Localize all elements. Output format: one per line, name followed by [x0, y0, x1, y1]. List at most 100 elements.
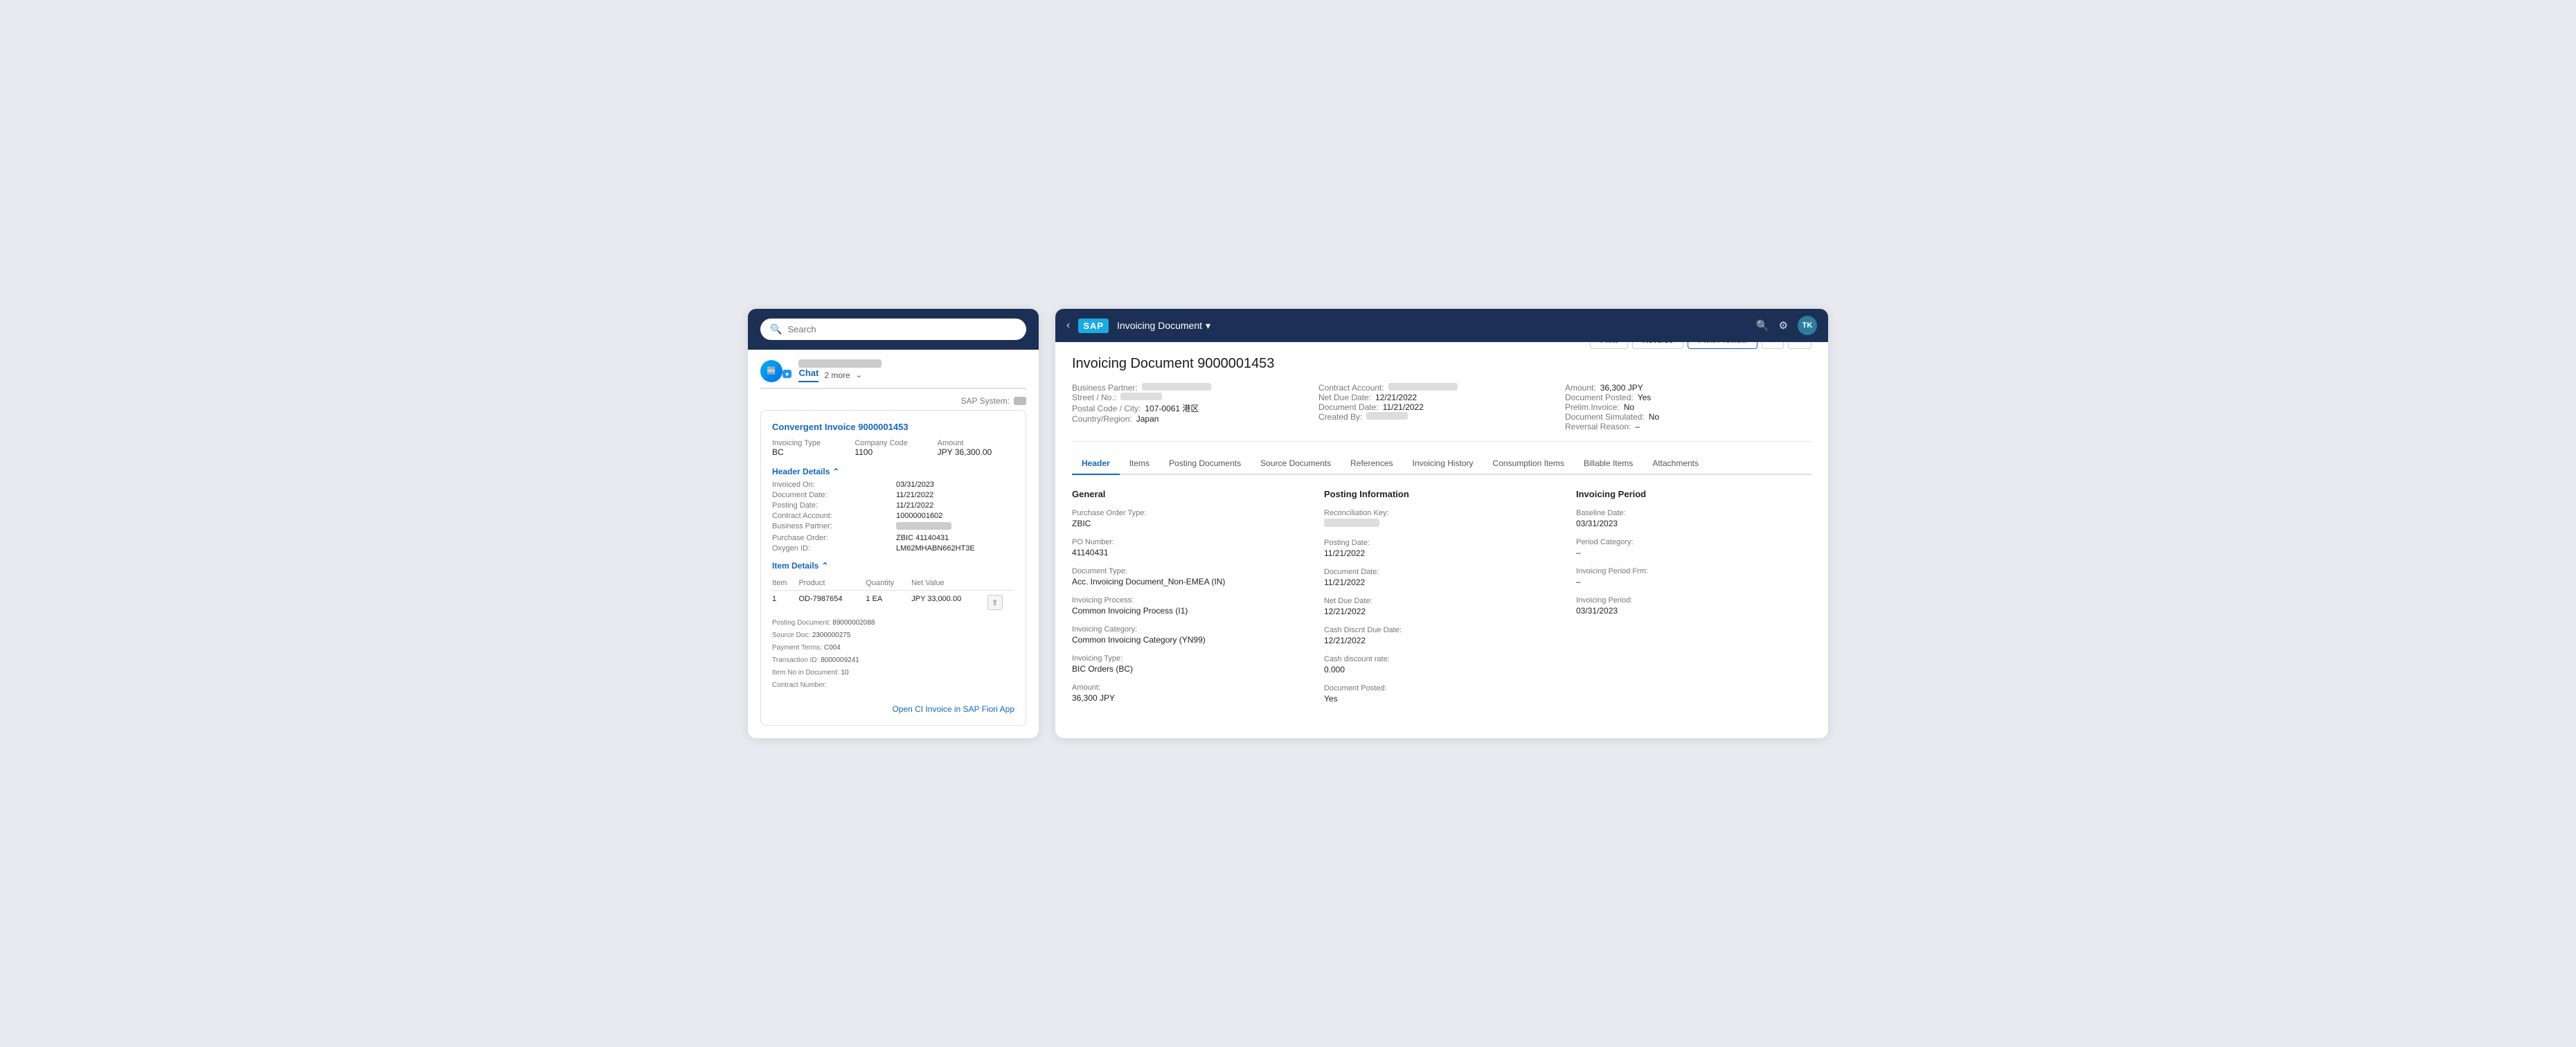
settings-icon[interactable]: ⚙ — [1779, 319, 1788, 332]
field-label: Invoicing Process: — [1072, 596, 1307, 605]
summary-col1: Business Partner: Street / No.: Postal C… — [1072, 383, 1318, 431]
summary-col2: Contract Account: Net Due Date: 12/21/20… — [1318, 383, 1565, 431]
doc-summary: Business Partner: Street / No.: Postal C… — [1072, 383, 1812, 442]
docsim-value: No — [1649, 412, 1659, 422]
field-value: Common Invoicing Process (I1) — [1072, 606, 1307, 616]
invoice-meta: Invoicing Type BC Company Code 1100 Amou… — [772, 439, 1014, 457]
ca-label: Contract Account: — [1318, 383, 1384, 393]
tab-invoicing-history[interactable]: Invoicing History — [1403, 453, 1483, 475]
bp-value — [1142, 383, 1211, 391]
ca-value — [1388, 383, 1458, 391]
header-details-title: Header Details ⌃ — [772, 467, 1014, 476]
more-tabs[interactable]: 2 more — [824, 370, 850, 380]
reverse-button[interactable]: Reverse — [1632, 342, 1684, 349]
amount-col: Amount JPY 36,300.00 — [938, 439, 1014, 457]
print-button[interactable]: Print — [1590, 342, 1628, 349]
field-group: Document Posted:Yes — [1324, 684, 1559, 704]
field-value: Acc. Invoicing Document_Non-EMEA (IN) — [1072, 577, 1307, 587]
detail-value: 10000001602 — [896, 512, 1014, 520]
reversal-row: Reversal Reason: – — [1565, 422, 1812, 431]
postal-label: Postal Code / City: — [1072, 404, 1141, 413]
field-group: Reconciliation Key: — [1324, 509, 1559, 529]
field-value: 12/21/2022 — [1324, 607, 1559, 616]
country-label: Country/Region: — [1072, 414, 1132, 424]
postal-value: 107-0061 港区 — [1145, 402, 1199, 414]
field-label: Invoicing Period: — [1576, 596, 1812, 605]
field-label: Cash Discnt Due Date: — [1324, 626, 1559, 634]
chevron-down-icon2: ▾ — [1206, 320, 1210, 332]
sap-system-label: SAP System: — [961, 396, 1010, 406]
tab-billable-items[interactable]: Billable Items — [1574, 453, 1643, 475]
detail-label: Document Date: — [772, 491, 891, 499]
netdue-value: 12/21/2022 — [1375, 393, 1417, 402]
field-group: Posting Date:11/21/2022 — [1324, 539, 1559, 558]
chat-tab[interactable]: Chat — [798, 368, 819, 382]
header-details-grid: Invoiced On:03/31/2023Document Date:11/2… — [772, 481, 1014, 553]
chevron-up-icon2: ⌃ — [821, 561, 828, 571]
reversal-label: Reversal Reason: — [1565, 422, 1631, 431]
field-label: Reconciliation Key: — [1324, 509, 1559, 517]
field-value: 03/31/2023 — [1576, 519, 1812, 528]
netdue-row: Net Due Date: 12/21/2022 — [1318, 393, 1565, 402]
docdate-label: Document Date: — [1318, 402, 1379, 412]
inv-type-col: Invoicing Type BC — [772, 439, 849, 457]
tab-header[interactable]: Header — [1072, 453, 1120, 475]
field-value: 0.000 — [1324, 665, 1559, 674]
field-group: Invoicing Type:BIC Orders (BC) — [1072, 654, 1307, 674]
company-code-label: Company Code — [855, 439, 931, 447]
field-label: Document Type: — [1072, 567, 1307, 575]
docdate-row: Document Date: 11/21/2022 — [1318, 402, 1565, 412]
street-value — [1120, 393, 1162, 400]
print-preview-button[interactable]: Print Preview — [1688, 342, 1757, 349]
topbar-icons: 🔍 ⚙ TK — [1756, 316, 1817, 335]
field-label: Invoicing Period Frm: — [1576, 567, 1812, 575]
screen-wrapper: 🔍 🆕 ● Chat 2 more ⌄ — [748, 309, 1828, 738]
expand-button[interactable]: ⇧ — [987, 595, 1003, 610]
field-value: Common Invoicing Category (YN99) — [1072, 635, 1307, 645]
avatar: 🆕 — [760, 360, 782, 382]
search-bar[interactable]: 🔍 — [760, 319, 1026, 340]
tab-items[interactable]: Items — [1120, 453, 1159, 475]
col-qty: Quantity — [866, 576, 911, 591]
invoicing-period-section: Invoicing Period Baseline Date:03/31/202… — [1576, 489, 1812, 713]
field-group: Invoicing Category:Common Invoicing Cate… — [1072, 625, 1307, 645]
tab-posting-documents[interactable]: Posting Documents — [1159, 453, 1251, 475]
field-label: Invoicing Type: — [1072, 654, 1307, 663]
search-icon: 🔍 — [770, 323, 782, 335]
chat-tabs: Chat 2 more ⌄ — [798, 368, 882, 382]
inv-type-label: Invoicing Type — [772, 439, 849, 447]
detail-label: Oxygen ID: — [772, 544, 891, 553]
field-group: Cash discount rate:0.000 — [1324, 655, 1559, 674]
general-title: General — [1072, 489, 1307, 499]
field-value — [1324, 519, 1559, 529]
search-input[interactable] — [787, 324, 1017, 334]
chevron-down-icon: ⌄ — [856, 370, 862, 379]
field-label: Net Due Date: — [1324, 597, 1559, 605]
open-link[interactable]: Open CI Invoice in SAP Fiori App — [772, 704, 1014, 714]
detail-value: 11/21/2022 — [896, 491, 1014, 499]
tab-consumption-items[interactable]: Consumption Items — [1483, 453, 1574, 475]
field-label: PO Number: — [1072, 538, 1307, 546]
sub-value: 10 — [841, 669, 849, 677]
tab-source-documents[interactable]: Source Documents — [1251, 453, 1341, 475]
item-table: Item Product Quantity Net Value 1 OD-798… — [772, 576, 1014, 695]
amount-s-value: 36,300 JPY — [1600, 383, 1643, 393]
docdate-value: 11/21/2022 — [1383, 402, 1424, 412]
field-group: Purchase Order Type:ZBIC — [1072, 509, 1307, 528]
tab-references[interactable]: References — [1341, 453, 1402, 475]
field-group: Invoicing Period:03/31/2023 — [1576, 596, 1812, 616]
field-group: Invoicing Period Frm:– — [1576, 567, 1812, 587]
detail-label: Contract Account: — [772, 512, 891, 520]
search-topbar-icon[interactable]: 🔍 — [1756, 319, 1769, 332]
company-code-col: Company Code 1100 — [855, 439, 931, 457]
share-button[interactable]: ↗ — [1762, 342, 1784, 349]
bp-row: Business Partner: — [1072, 383, 1318, 393]
docsim-row: Document Simulated: No — [1565, 412, 1812, 422]
tab-attachments[interactable]: Attachments — [1643, 453, 1708, 475]
topbar-avatar[interactable]: TK — [1798, 316, 1817, 335]
invoice-link[interactable]: Convergent Invoice 9000001453 — [772, 422, 1014, 432]
chevron-up-icon: ⌃ — [832, 467, 839, 476]
detail-label: Business Partner: — [772, 522, 891, 532]
more-options-button[interactable]: ⋯ — [1788, 342, 1812, 349]
back-button[interactable]: ‹ — [1066, 319, 1070, 332]
